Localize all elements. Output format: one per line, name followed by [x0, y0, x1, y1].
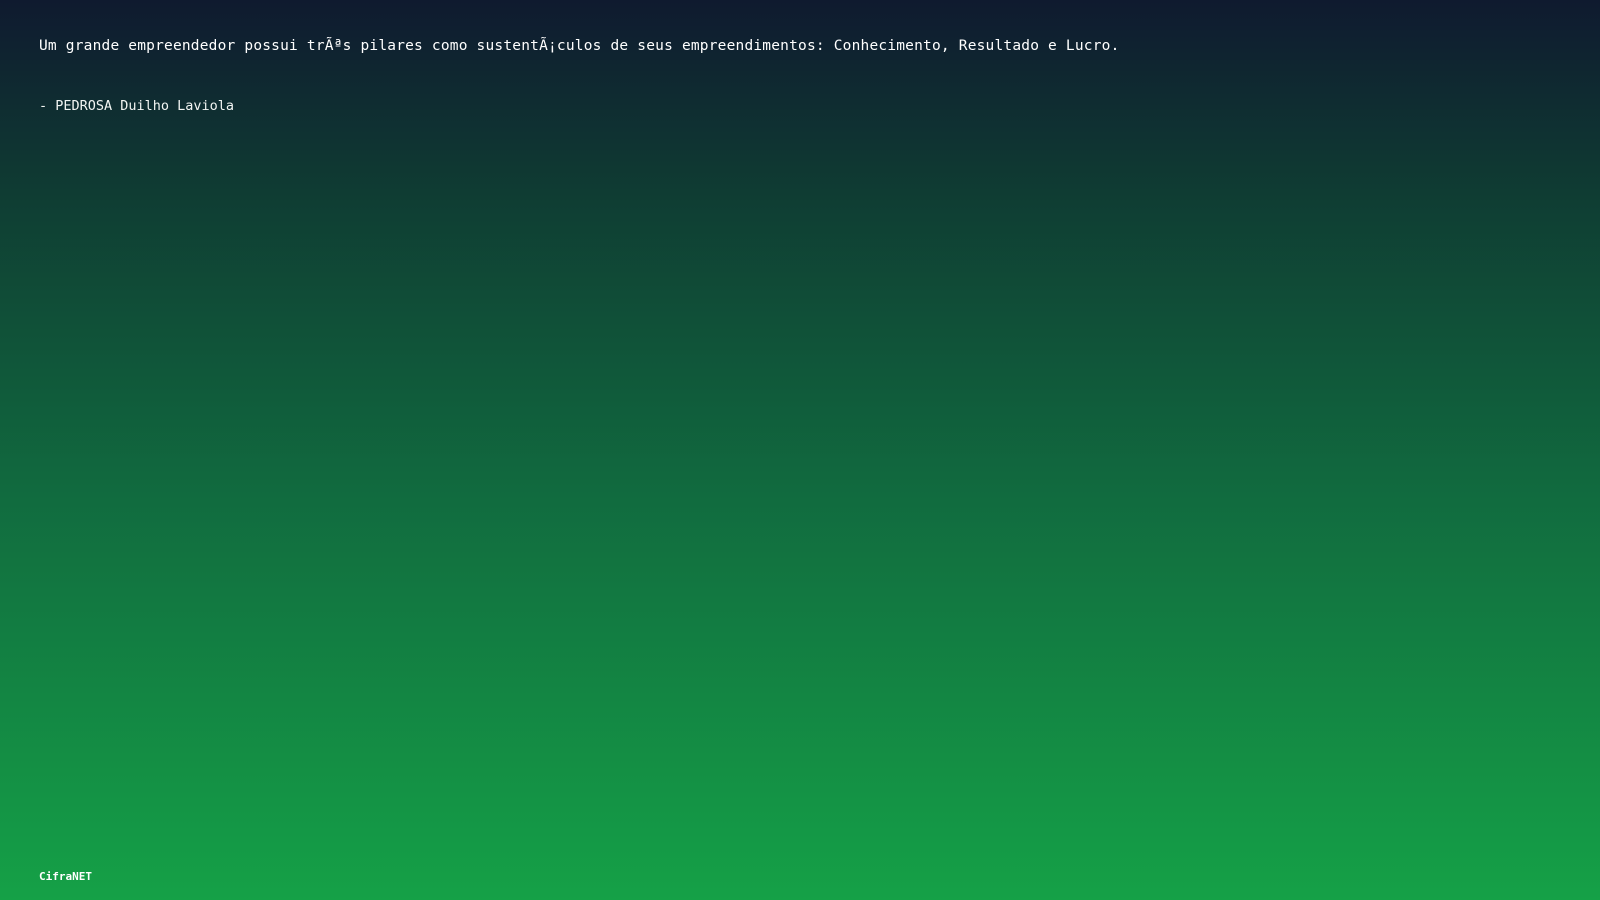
quote-author: - PEDROSA Duilho Laviola	[39, 98, 235, 114]
quote-text: Um grande empreendedor possui trÃªs pila…	[39, 38, 1120, 54]
brand-label: CifraNET	[39, 870, 92, 883]
